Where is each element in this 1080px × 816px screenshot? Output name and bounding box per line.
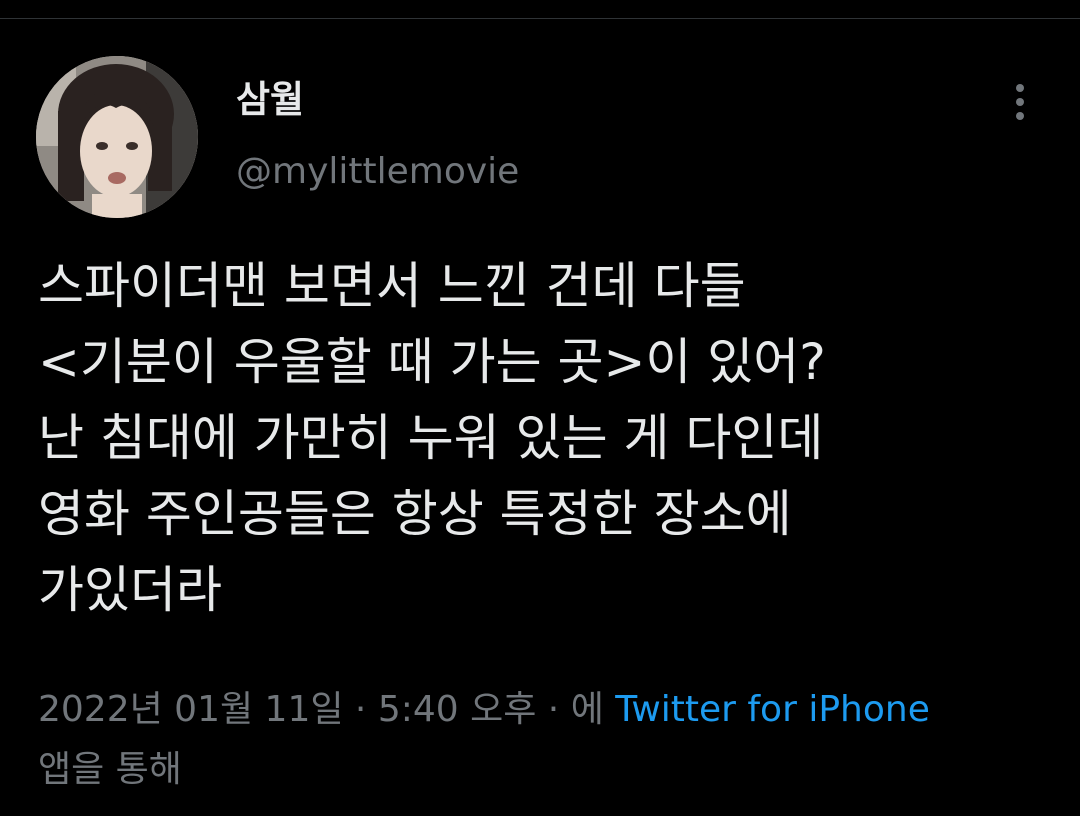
tweet-time[interactable]: 5:40 오후 — [378, 689, 537, 730]
tweet-text-line: <기분이 우울할 때 가는 곳>이 있어? — [38, 333, 826, 391]
top-divider — [0, 18, 1080, 19]
tweet-text: 스파이더맨 보면서 느낀 건데 다들 <기분이 우울할 때 가는 곳>이 있어?… — [38, 248, 1048, 628]
vertical-ellipsis-icon[interactable] — [1004, 84, 1036, 128]
ellipsis-dot — [1016, 98, 1024, 106]
via-prefix: 에 — [570, 689, 616, 730]
tweet-date[interactable]: 2022년 01월 11일 — [38, 689, 343, 730]
author-handle[interactable]: @mylittlemovie — [236, 150, 519, 193]
ellipsis-dot — [1016, 112, 1024, 120]
ellipsis-dot — [1016, 84, 1024, 92]
tweet-text-line: 가있더라 — [38, 561, 222, 619]
tweet-metadata: 2022년 01월 11일 · 5:40 오후 · 에 Twitter for … — [38, 680, 1048, 800]
tweet-text-line: 영화 주인공들은 항상 특정한 장소에 — [38, 485, 792, 543]
author-display-name[interactable]: 삼월 — [236, 78, 304, 122]
meta-separator: · — [536, 689, 571, 730]
meta-separator: · — [343, 689, 378, 730]
profile-photo-woman-icon — [36, 56, 198, 218]
via-suffix: 앱을 통해 — [38, 749, 182, 790]
tweet-text-line: 스파이더맨 보면서 느낀 건데 다들 — [38, 257, 746, 315]
tweet-timestamp-line: 2022년 01월 11일 · 5:40 오후 · 에 Twitter for … — [38, 680, 1048, 740]
tweet-text-line: 난 침대에 가만히 누워 있는 게 다인데 — [38, 409, 824, 467]
author-avatar[interactable] — [36, 56, 198, 218]
source-app-link[interactable]: Twitter for iPhone — [615, 689, 930, 730]
